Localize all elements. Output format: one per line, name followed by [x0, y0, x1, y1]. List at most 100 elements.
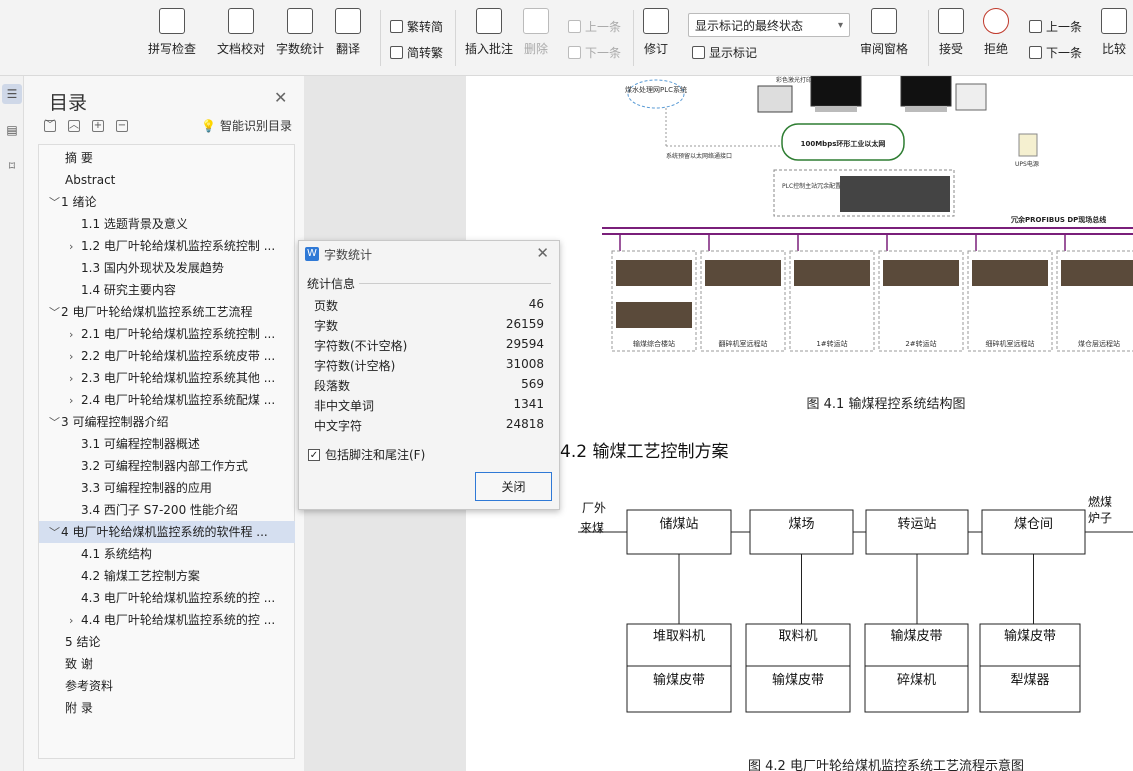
ups-label: UPS电源	[1015, 160, 1039, 168]
laser-printer-icon	[955, 83, 987, 111]
stat-label: 字符数(不计空格)	[314, 339, 408, 353]
review-pane-button[interactable]: 审阅窗格	[860, 8, 908, 57]
dialog-close-icon[interactable]: ✕	[536, 244, 549, 262]
next-comment-button[interactable]: 下一条	[568, 44, 621, 61]
toc-item[interactable]: 5 结论	[39, 631, 295, 653]
insert-comment-button[interactable]: 插入批注	[465, 8, 513, 57]
wps-logo-icon: W	[305, 247, 319, 261]
remove-level-icon[interactable]: −	[116, 120, 128, 132]
toc-item[interactable]: 4.3 电厂叶轮给煤机监控系统的控 ...	[39, 587, 295, 609]
bookmark-panel-icon[interactable]: ⌑	[2, 156, 22, 176]
toc-item[interactable]: › 4.4 电厂叶轮给煤机监控系统的控 ...	[39, 609, 295, 631]
toc-item-label: 参考资料	[65, 679, 114, 693]
station-label: 细碎机室远程站	[986, 339, 1035, 348]
toc-item[interactable]: ﹀2 电厂叶轮给煤机监控系统工艺流程	[39, 301, 295, 323]
toc-item[interactable]: › 2.3 电厂叶轮给煤机监控系统其他 ...	[39, 367, 295, 389]
stat-row: 中文字符 24818	[314, 417, 544, 434]
spell-check-button[interactable]: 拼写检查	[148, 8, 196, 57]
prev-change-icon	[1029, 20, 1042, 33]
divider	[380, 10, 381, 66]
toc-item[interactable]: ﹀4 电厂叶轮给煤机监控系统的软件程 ...	[39, 521, 295, 543]
expand-up-icon[interactable]: ︿	[68, 120, 80, 132]
delete-comment-button[interactable]: 删除	[523, 8, 549, 57]
toc-item-label: 3.2 可编程控制器内部工作方式	[81, 459, 248, 473]
toc-panel: 目录 ✕ ﹀ ︿ + − 💡 智能识别目录 摘 要 Abstract ﹀1 绪论 1.1…	[24, 76, 304, 771]
toc-item[interactable]: › 1.2 电厂叶轮给煤机监控系统控制 ...	[39, 235, 295, 257]
rack-icon	[794, 260, 870, 286]
include-footnotes-checkbox[interactable]: ✓ 包括脚注和尾注(F)	[308, 446, 425, 463]
toc-item[interactable]: 参考资料	[39, 675, 295, 697]
close-icon[interactable]: ✕	[274, 88, 287, 107]
toc-item[interactable]: 3.4 西门子 S7-200 性能介绍	[39, 499, 295, 521]
toc-item[interactable]: 附 录	[39, 697, 295, 719]
chevron-down-icon[interactable]: ﹀	[49, 192, 61, 213]
toc-item-label: 致 谢	[65, 657, 93, 671]
stat-label: 段落数	[314, 379, 351, 393]
collapse-all-icon[interactable]: ﹀	[44, 120, 56, 132]
add-level-icon[interactable]: +	[92, 120, 104, 132]
cloud-label: 煤水处理网PLC系统	[625, 85, 687, 94]
chevron-right-icon[interactable]: ›	[69, 368, 81, 389]
smart-toc-button[interactable]: 💡 智能识别目录	[201, 117, 292, 134]
toc-item[interactable]: 1.3 国内外现状及发展趋势	[39, 257, 295, 279]
reject-button[interactable]: 拒绝	[983, 8, 1009, 57]
next-change-button[interactable]: 下一条	[1029, 44, 1082, 61]
chevron-right-icon[interactable]: ›	[69, 324, 81, 345]
chevron-right-icon[interactable]: ›	[69, 610, 81, 631]
chevron-down-icon[interactable]: ﹀	[49, 302, 61, 323]
flow-label: 犁煤器	[1010, 673, 1049, 688]
flow-label: 取料机	[778, 629, 817, 644]
toc-item[interactable]: 4.1 系统结构	[39, 543, 295, 565]
toc-item[interactable]: Abstract	[39, 169, 295, 191]
divider	[455, 10, 456, 66]
translate-icon	[335, 8, 361, 34]
word-count-button[interactable]: 字数统计	[276, 8, 324, 57]
toc-item[interactable]: 1.1 选题背景及意义	[39, 213, 295, 235]
revise-button[interactable]: 修订	[643, 8, 669, 57]
toc-item[interactable]: 1.4 研究主要内容	[39, 279, 295, 301]
rack-icon	[705, 260, 781, 286]
to-simplified-button[interactable]: 简转繁	[390, 44, 443, 61]
chevron-right-icon[interactable]: ›	[69, 346, 81, 367]
translate-button[interactable]: 翻译	[335, 8, 361, 57]
toc-item[interactable]: 3.2 可编程控制器内部工作方式	[39, 455, 295, 477]
toc-item[interactable]: 4.2 输煤工艺控制方案	[39, 565, 295, 587]
toc-item-label: 3.4 西门子 S7-200 性能介绍	[81, 503, 239, 517]
to-traditional-button[interactable]: 繁转简	[390, 18, 443, 35]
toc-item[interactable]: 摘 要	[39, 147, 295, 169]
toc-item-label: 摘 要	[65, 151, 93, 165]
chevron-down-icon[interactable]: ﹀	[49, 412, 61, 433]
markup-state-select[interactable]: 显示标记的最终状态 ▾	[688, 13, 850, 37]
chevron-right-icon[interactable]: ›	[69, 390, 81, 411]
revise-icon	[643, 8, 669, 34]
accept-button[interactable]: 接受	[938, 8, 964, 57]
doc-proof-button[interactable]: 文档校对	[217, 8, 265, 57]
stat-row: 段落数 569	[314, 377, 544, 394]
prev-comment-button[interactable]: 上一条	[568, 18, 621, 35]
toc-item[interactable]: 3.1 可编程控制器概述	[39, 433, 295, 455]
show-markup-button[interactable]: 显示标记	[692, 44, 757, 61]
compare-button[interactable]: 比较	[1101, 8, 1127, 57]
toc-item[interactable]: ﹀1 绪论	[39, 191, 295, 213]
toc-item[interactable]: ﹀3 可编程控制器介绍	[39, 411, 295, 433]
simplified-icon	[390, 46, 403, 59]
rack-icon	[883, 260, 959, 286]
word-count-icon	[287, 8, 313, 34]
stat-label: 中文字符	[314, 419, 363, 433]
printer-icon	[757, 85, 793, 113]
prev-change-button[interactable]: 上一条	[1029, 18, 1082, 35]
chevron-right-icon[interactable]: ›	[69, 236, 81, 257]
toc-item[interactable]: › 2.1 电厂叶轮给煤机监控系统控制 ...	[39, 323, 295, 345]
toc-item-label: 4.4 电厂叶轮给煤机监控系统的控 ...	[81, 613, 276, 627]
chevron-down-icon[interactable]: ﹀	[49, 522, 61, 543]
toc-item[interactable]: › 2.2 电厂叶轮给煤机监控系统皮带 ...	[39, 345, 295, 367]
close-button[interactable]: 关闭	[475, 472, 552, 501]
outline-panel-icon[interactable]: ▤	[2, 120, 22, 140]
toc-item-label: 2.1 电厂叶轮给煤机监控系统控制 ...	[81, 327, 276, 341]
toc-item[interactable]: 3.3 可编程控制器的应用	[39, 477, 295, 499]
toc-item[interactable]: 致 谢	[39, 653, 295, 675]
stat-label: 字符数(计空格)	[314, 359, 396, 373]
toc-item[interactable]: › 2.4 电厂叶轮给煤机监控系统配煤 ...	[39, 389, 295, 411]
toc-panel-icon[interactable]: ☰	[2, 84, 22, 104]
toc-item-label: 2.3 电厂叶轮给煤机监控系统其他 ...	[81, 371, 276, 385]
